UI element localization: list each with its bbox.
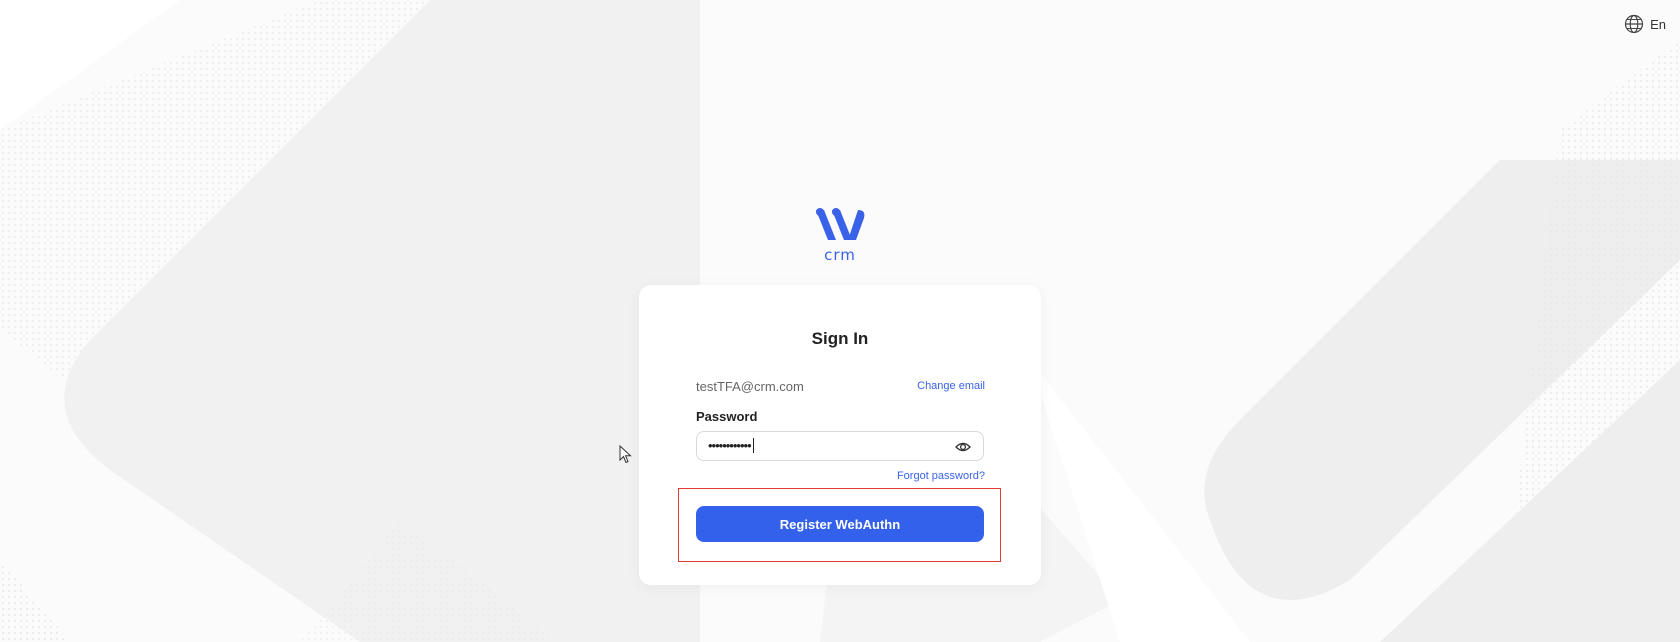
language-label: En xyxy=(1650,16,1666,32)
password-label: Password xyxy=(696,409,758,424)
crm-logo: crm xyxy=(812,206,868,264)
logo-text: crm xyxy=(824,246,856,264)
logo-w-mark xyxy=(816,208,865,240)
password-mask: •••••••••••• xyxy=(708,438,752,453)
text-caret xyxy=(752,438,754,453)
register-webauthn-button[interactable]: Register WebAuthn xyxy=(696,506,984,542)
password-value: •••••••••••• xyxy=(708,438,754,453)
password-field[interactable]: •••••••••••• xyxy=(696,431,984,461)
eye-icon[interactable] xyxy=(955,439,971,455)
globe-icon xyxy=(1624,14,1644,34)
signin-card: Sign In testTFA@crm.com Change email Pas… xyxy=(639,285,1041,585)
change-email-link[interactable]: Change email xyxy=(917,380,985,392)
mouse-cursor-icon xyxy=(619,445,632,464)
email-display: testTFA@crm.com xyxy=(696,379,804,394)
page-title: Sign In xyxy=(811,329,869,348)
forgot-password-link[interactable]: Forgot password? xyxy=(897,470,985,482)
language-switcher[interactable]: En xyxy=(1624,14,1666,34)
